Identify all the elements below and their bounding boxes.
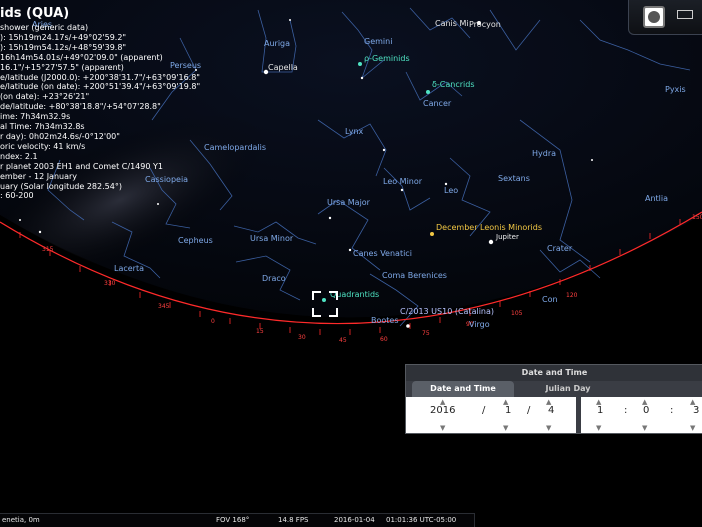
object-info-panel: ids (QUA) shower (generic data) ): 15h19… [0, 6, 240, 201]
window-controls [628, 0, 702, 35]
info-line: oric velocity: 41 km/s [0, 141, 86, 151]
fov-text: FOV 168° [216, 516, 250, 524]
star-label[interactable]: Procyon [469, 20, 501, 29]
info-line: ): 15h19m54.12s/+48°59'39.8" [0, 42, 127, 52]
down-arrow-icon[interactable]: ▼ [642, 424, 647, 432]
info-line: 16h14m54.01s/+49°02'09.0" (apparent) [0, 52, 163, 62]
meteor-shower-label[interactable]: ρ-Geminids [364, 54, 410, 63]
constellation-label[interactable]: Cancer [423, 99, 451, 108]
info-line: ndex: 2.1 [0, 151, 38, 161]
azimuth-label: 315 [42, 246, 54, 253]
info-line: al Time: 7h34m32.8s [0, 122, 85, 132]
constellation-label[interactable]: Gemini [364, 37, 392, 46]
down-arrow-icon[interactable]: ▼ [596, 424, 601, 432]
date-separator: / [482, 405, 486, 416]
azimuth-label: 345 [158, 303, 170, 310]
constellation-label[interactable]: Lacerta [114, 264, 144, 273]
constellation-label[interactable]: Leo Minor [383, 177, 422, 186]
constellation-label[interactable]: Pyxis [665, 85, 686, 94]
date-time-fields: ▲ ▼ 2016 / ▲ ▼ 1 / ▲ ▼ 4 ▲ ▼ 1 : ▲ ▼ 0 :… [406, 397, 702, 433]
constellation-label[interactable]: Draco [262, 274, 286, 283]
tab-julian-day[interactable]: Julian Day [524, 381, 612, 397]
constellation-label[interactable]: Con [542, 295, 558, 304]
azimuth-label: 120 [566, 292, 578, 299]
status-bar: enetia, 0m FOV 168° 14.8 FPS 2016-01-04 … [0, 513, 475, 527]
circle-toggle-button[interactable] [643, 6, 665, 28]
year-field[interactable]: 2016 [430, 405, 455, 416]
azimuth-label: 75 [422, 330, 430, 337]
month-field[interactable]: 1 [505, 405, 511, 416]
window-button[interactable] [677, 10, 693, 19]
down-arrow-icon[interactable]: ▼ [503, 424, 508, 432]
azimuth-label: 150 [692, 214, 702, 221]
location-text[interactable]: enetia, 0m [2, 516, 40, 524]
constellation-label[interactable]: Bootes [371, 316, 399, 325]
constellation-label[interactable]: Coma Berenices [382, 271, 447, 280]
constellation-label[interactable]: Lynx [345, 127, 363, 136]
constellation-label[interactable]: Antlia [645, 194, 668, 203]
hour-field[interactable]: 1 [597, 405, 603, 416]
constellation-label[interactable]: Sextans [498, 174, 530, 183]
object-title: ids (QUA) [0, 6, 70, 21]
info-line: r planet 2003 EH1 and Comet C/1490 Y1 [0, 161, 163, 171]
constellation-label[interactable]: Cepheus [178, 236, 213, 245]
info-line: (on date): +23°26'21" [0, 92, 90, 102]
info-line: shower (generic data) [0, 23, 89, 32]
date-separator: / [527, 405, 531, 416]
azimuth-label: 60 [380, 336, 388, 343]
star-label[interactable]: Capella [268, 63, 298, 72]
down-arrow-icon[interactable]: ▼ [440, 424, 445, 432]
info-line: e/latitude (on date): +200°51'39.4"/+63°… [0, 82, 201, 92]
meteor-shower-label[interactable]: δ-Cancrids [432, 80, 475, 89]
azimuth-label: 45 [339, 337, 347, 344]
azimuth-label: 0 [211, 318, 215, 325]
info-line: ): 15h19m24.17s/+49°02'59.2" [0, 32, 127, 42]
constellation-label[interactable]: Hydra [532, 149, 556, 158]
constellation-label[interactable]: Crater [547, 244, 572, 253]
star-label[interactable]: Canis Mi [435, 19, 469, 28]
divider [576, 397, 581, 433]
azimuth-label: 105 [511, 310, 523, 317]
comet-label[interactable]: C/2013 US10 (Catalina) [400, 307, 494, 316]
constellation-label[interactable]: Virgo [469, 320, 490, 329]
dialog-title[interactable]: Date and Time [406, 365, 702, 381]
azimuth-label: 15 [256, 328, 264, 335]
second-field[interactable]: 3 [693, 405, 699, 416]
info-line: ember - 12 January [0, 171, 78, 181]
azimuth-label: 330 [104, 280, 116, 287]
date-text[interactable]: 2016-01-04 [334, 516, 375, 524]
down-arrow-icon[interactable]: ▼ [690, 424, 695, 432]
constellation-label[interactable]: Canes Venatici [353, 249, 412, 258]
constellation-label[interactable]: Auriga [264, 39, 290, 48]
constellation-label[interactable]: Ursa Major [327, 198, 370, 207]
time-separator: : [670, 405, 674, 416]
info-line: ime: 7h34m32.9s [0, 112, 71, 122]
info-line: r day): 0h02m24.6s/-0°12'00" [0, 131, 120, 141]
circle-icon [648, 11, 660, 23]
dso-label[interactable]: December Leonis Minorids [436, 223, 542, 232]
down-arrow-icon[interactable]: ▼ [546, 424, 551, 432]
minute-field[interactable]: 0 [643, 405, 649, 416]
info-line: e/latitude (J2000.0): +200°38'31.7"/+63°… [0, 72, 200, 82]
info-line: de/latitude: +80°38'18.8"/+54°07'28.8" [0, 102, 161, 112]
constellation-label[interactable]: Ursa Minor [250, 234, 293, 243]
info-line: : 60-200 [0, 191, 34, 201]
info-line: 16.1"/+15°27'57.5" (apparent) [0, 62, 124, 72]
tab-date-and-time[interactable]: Date and Time [412, 381, 514, 397]
dialog-tabs: Date and Time Julian Day [406, 381, 702, 397]
date-time-dialog: Date and Time Date and Time Julian Day ▲… [405, 364, 702, 434]
time-text[interactable]: 01:01:36 UTC-05:00 [386, 516, 456, 524]
info-line: uary (Solar longitude 282.54°) [0, 181, 122, 191]
planet-label[interactable]: Jupiter [496, 233, 519, 241]
fps-text: 14.8 FPS [278, 516, 309, 524]
day-field[interactable]: 4 [548, 405, 554, 416]
constellation-label[interactable]: Leo [444, 186, 458, 195]
time-separator: : [624, 405, 628, 416]
selection-reticle [312, 291, 338, 317]
azimuth-label: 30 [298, 334, 306, 341]
